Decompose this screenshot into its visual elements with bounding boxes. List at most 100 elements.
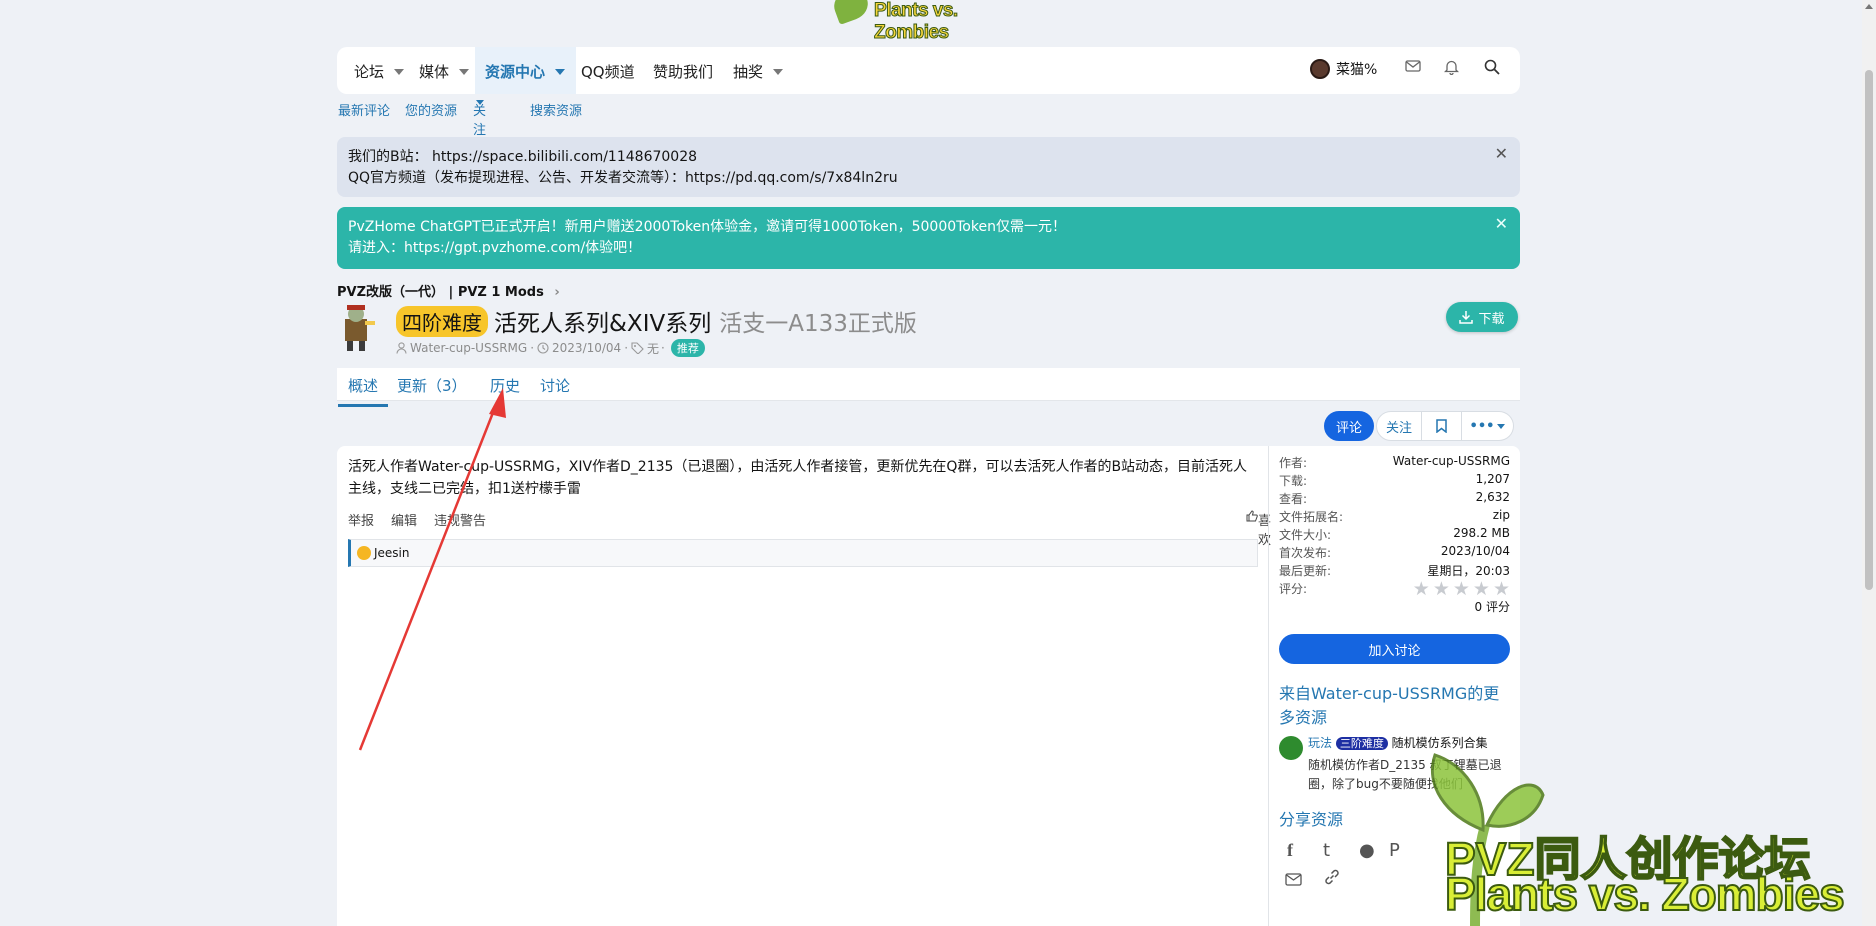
notice-chatgpt: PvZHome ChatGPT已正式开启！新用户赠送2000Token体验金，邀… <box>337 207 1520 269</box>
prefix-label[interactable]: 玩法 <box>1308 736 1332 750</box>
rating-count: 0 评分 <box>1474 600 1510 614</box>
twitter-icon[interactable]: t <box>1323 840 1330 861</box>
resource-tags: 无 <box>647 341 660 356</box>
alerts-button[interactable] <box>1444 59 1459 75</box>
liker-name[interactable]: Jeesin <box>374 546 410 560</box>
warn-link[interactable]: 违规警告 <box>434 510 486 529</box>
site-logo[interactable]: Plants vs. Zombies <box>829 0 1030 44</box>
more-resources-heading[interactable]: 来自Water-cup-USSRMG的更多资源 <box>1279 682 1510 730</box>
notice-line: PvZHome ChatGPT已正式开启！新用户赠送2000Token体验金，邀… <box>348 219 1066 235</box>
chevron-down-icon[interactable] <box>773 68 784 75</box>
star-icon[interactable]: ★ <box>1453 580 1470 599</box>
resource-title-text: 活死人系列&XIV系列 <box>494 311 712 337</box>
nav-item-media[interactable]: 媒体 <box>419 61 470 82</box>
nav-label: QQ频道 <box>581 63 635 81</box>
logo-text: Plants vs. Zombies <box>874 0 959 44</box>
breadcrumb-link[interactable]: PVZ改版（一代） | PVZ 1 Mods <box>337 285 544 300</box>
subnav-search-resources[interactable]: 搜索资源 <box>530 100 582 119</box>
info-key: 文件拓展名: <box>1279 510 1344 524</box>
notice-line: 我们的B站： https://space.bilibili.com/114867… <box>348 149 698 165</box>
chevron-down-icon[interactable] <box>394 68 405 75</box>
chevron-down-icon[interactable] <box>459 68 470 75</box>
watermark: PVZ同人创作论坛 Plants vs. Zombies <box>1405 745 1875 926</box>
leaf-logo-icon <box>829 0 873 25</box>
user-icon <box>396 342 407 354</box>
difficulty-badge[interactable]: 三阶难度 <box>1335 737 1388 750</box>
info-value: 2,632 <box>1475 490 1510 504</box>
tags-icon <box>631 342 644 354</box>
pinterest-icon[interactable]: P <box>1389 840 1400 861</box>
chevron-down-icon[interactable] <box>555 68 566 75</box>
tab-history[interactable]: 历史 <box>490 375 520 396</box>
nav-label: 赞助我们 <box>653 63 714 81</box>
info-row: 首次发布: 2023/10/04 <box>1279 544 1510 562</box>
difficulty-badge[interactable]: 四阶难度 <box>396 305 488 337</box>
watch-button[interactable]: 关注 <box>1376 411 1422 441</box>
resource-description: 活死人作者Water-cup-USSRMG，XIV作者D_2135（已退圈），由… <box>348 459 1248 497</box>
nav-item-forum[interactable]: 论坛 <box>354 61 405 82</box>
like-button[interactable]: 喜欢 <box>1246 510 1271 548</box>
email-share-icon[interactable] <box>1285 870 1302 891</box>
scrollbar-thumb[interactable] <box>1865 70 1873 590</box>
join-discussion-button[interactable]: 加入讨论 <box>1279 634 1510 664</box>
info-value: 298.2 MB <box>1453 526 1510 540</box>
tab-updates[interactable]: 更新（3） <box>397 375 467 396</box>
star-icon[interactable]: ★ <box>1493 580 1510 599</box>
more-options-button[interactable]: ••• <box>1462 411 1514 441</box>
comment-button[interactable]: 评论 <box>1324 411 1374 441</box>
nav-label: 媒体 <box>419 63 450 81</box>
breadcrumb[interactable]: PVZ改版（一代） | PVZ 1 Mods › <box>337 281 1520 300</box>
nav-item-sponsor[interactable]: 赞助我们 <box>653 61 713 82</box>
star-icon[interactable]: ★ <box>1433 580 1450 599</box>
reddit-icon[interactable]: ● <box>1359 840 1375 861</box>
subnav-label: 关注 <box>473 104 487 138</box>
nav-item-lottery[interactable]: 抽奖 <box>733 61 784 82</box>
info-row: 0 评分 <box>1279 598 1510 616</box>
resource-author[interactable]: Water-cup-USSRMG <box>410 341 527 355</box>
tab-discussion[interactable]: 讨论 <box>540 375 570 396</box>
tab-overview[interactable]: 概述 <box>337 375 389 407</box>
user-menu[interactable]: 菜猫% <box>1310 59 1377 79</box>
zombie-icon <box>345 305 375 351</box>
edit-link[interactable]: 编辑 <box>391 510 417 529</box>
info-value: 1,207 <box>1475 472 1510 486</box>
link-icon[interactable] <box>1323 868 1341 891</box>
info-key: 评分: <box>1279 582 1308 596</box>
download-button[interactable]: 下载 <box>1446 302 1518 332</box>
avatar[interactable] <box>1310 59 1330 79</box>
rating-stars[interactable]: ★ ★ ★ ★ ★ <box>1410 580 1510 599</box>
star-icon[interactable]: ★ <box>1413 580 1430 599</box>
search-button[interactable] <box>1484 59 1500 75</box>
chevron-right-icon: › <box>554 285 560 300</box>
info-value[interactable]: Water-cup-USSRMG <box>1393 454 1510 468</box>
nav-item-qq-channel[interactable]: QQ频道 <box>581 61 635 82</box>
info-key: 查看: <box>1279 492 1308 506</box>
report-link[interactable]: 举报 <box>348 510 374 529</box>
resource-main: 活死人作者Water-cup-USSRMG，XIV作者D_2135（已退圈），由… <box>337 446 1520 926</box>
resource-actions: 评论 关注 ••• <box>1324 411 1514 441</box>
subnav-latest-reviews[interactable]: 最新评论 <box>338 100 390 119</box>
close-icon[interactable]: ✕ <box>1495 143 1508 164</box>
heart-eyes-emoji-icon <box>357 546 371 560</box>
mail-button[interactable] <box>1405 59 1421 73</box>
nav-item-resources[interactable]: 资源中心 <box>485 61 566 82</box>
featured-badge: 推荐 <box>670 339 705 357</box>
info-value: 2023/10/04 <box>1440 544 1510 558</box>
info-key: 作者: <box>1279 456 1308 470</box>
resource-tabs: 概述 更新（3） 历史 讨论 <box>337 368 1520 407</box>
close-icon[interactable]: ✕ <box>1495 213 1508 234</box>
info-row: 查看: 2,632 <box>1279 490 1510 508</box>
star-icon[interactable]: ★ <box>1473 580 1490 599</box>
chevron-down-icon <box>476 100 484 105</box>
more-icon: ••• <box>1469 418 1495 434</box>
clock-icon <box>537 342 549 354</box>
search-icon <box>1484 59 1500 75</box>
subnav-your-resources[interactable]: 您的资源 <box>405 100 457 119</box>
username[interactable]: 菜猫% <box>1336 59 1377 79</box>
scroll-up-icon[interactable] <box>1865 4 1873 9</box>
nav-label: 资源中心 <box>485 63 546 81</box>
facebook-icon[interactable]: f <box>1287 840 1293 861</box>
info-key: 文件大小: <box>1279 528 1332 542</box>
sub-navigation: 最新评论 您的资源 关注 搜索资源 <box>337 100 1520 138</box>
bookmark-button[interactable] <box>1422 411 1462 441</box>
